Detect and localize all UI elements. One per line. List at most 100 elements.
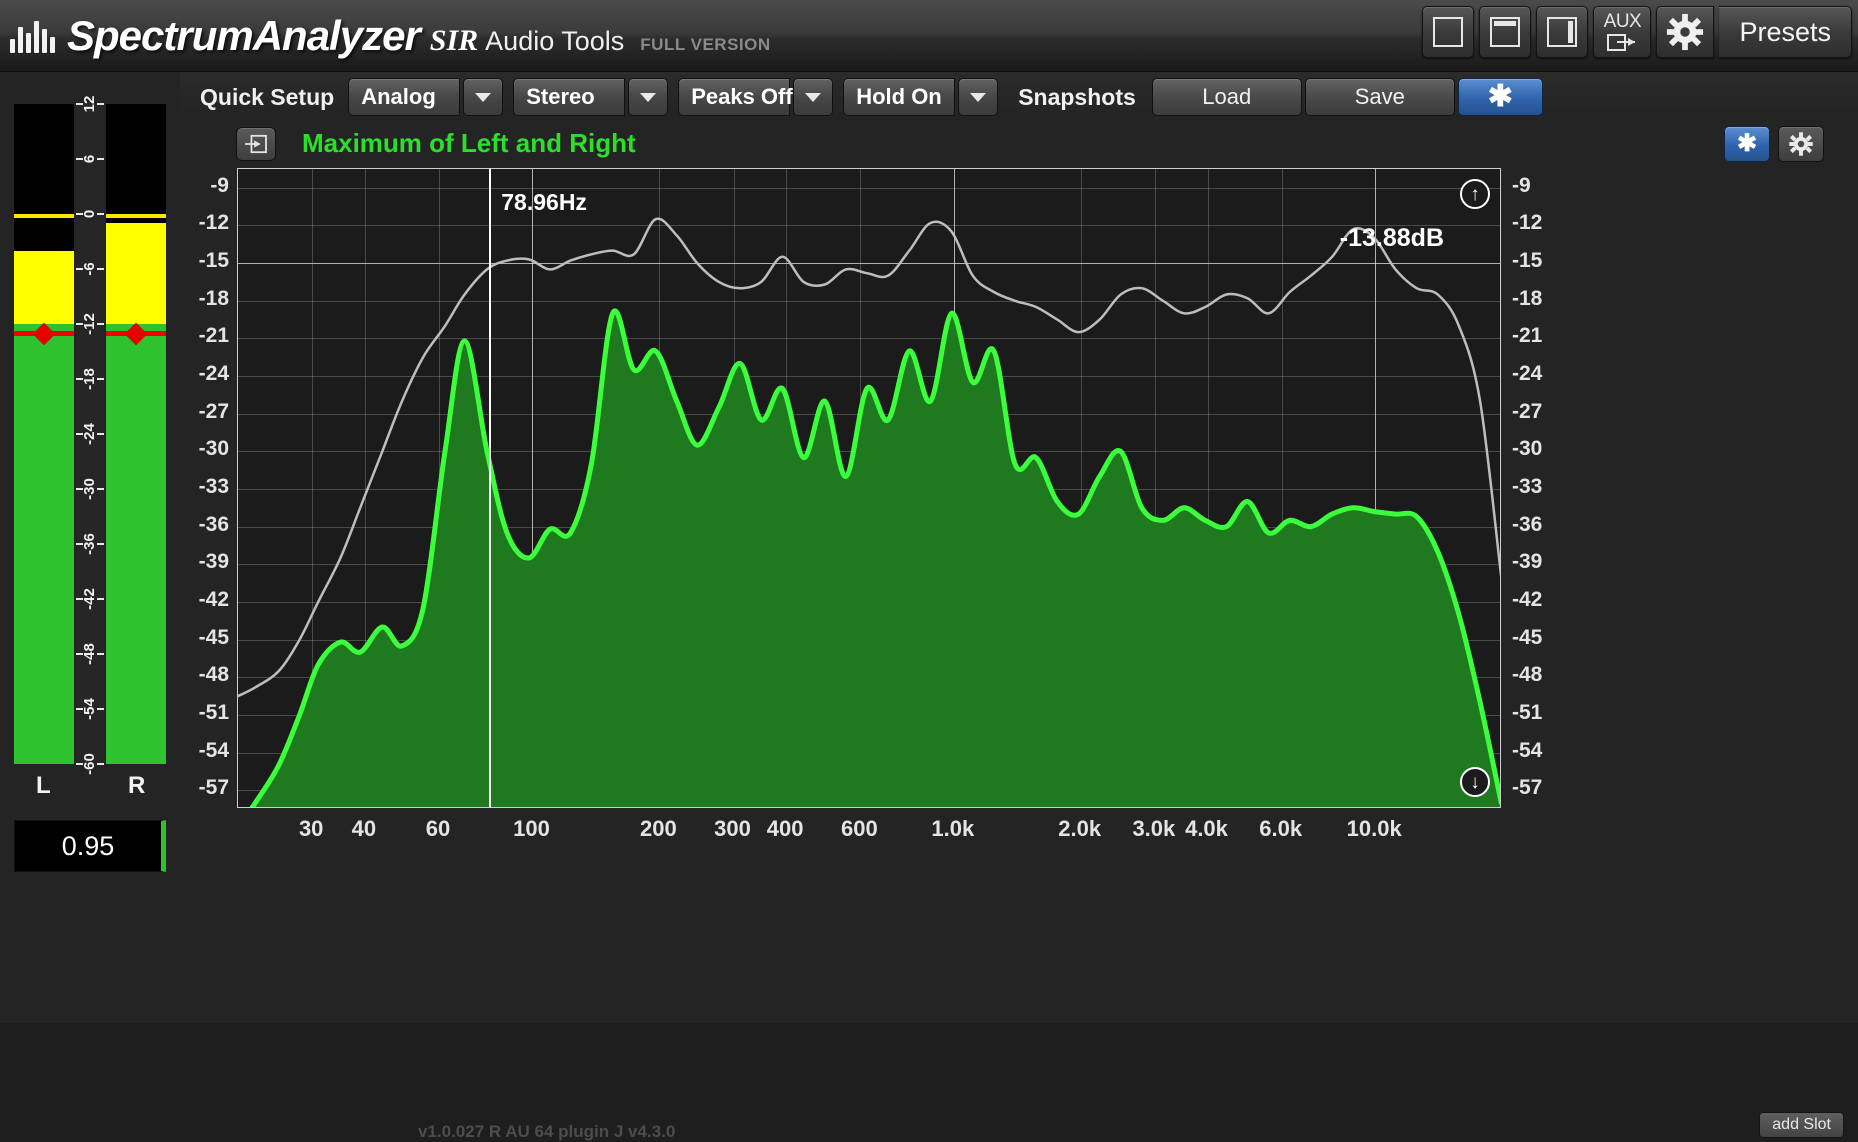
- meter-right[interactable]: [106, 104, 166, 764]
- level-meters: 1260-6-12-18-24-30-36-42-48-54-60: [14, 104, 166, 764]
- y-axis-tick-label: -15: [1512, 249, 1542, 273]
- peaks-select[interactable]: Peaks Off: [678, 78, 833, 116]
- x-axis-tick-label: 1.0k: [931, 816, 974, 842]
- brand-sir: SIR: [430, 24, 478, 58]
- channel-select[interactable]: Stereo: [513, 78, 668, 116]
- y-axis-tick-label: -54: [1512, 739, 1542, 763]
- quick-setup-toolbar: Quick Setup Analog Stereo Peaks Off Hold…: [180, 72, 1858, 122]
- asterisk-icon: ✱: [1737, 131, 1757, 157]
- hold-select[interactable]: Hold On: [843, 78, 998, 116]
- aux-label: AUX: [1604, 13, 1642, 31]
- y-axis-tick-label: -48: [199, 663, 229, 687]
- meter-green-segment: [106, 324, 166, 764]
- meter-scale-tick: -24: [76, 427, 104, 441]
- channel-select-value[interactable]: Stereo: [513, 78, 625, 116]
- meter-left[interactable]: [14, 104, 74, 764]
- asterisk-icon: ✱: [1488, 84, 1513, 110]
- arrow-up-circle-icon[interactable]: ↑: [1460, 179, 1490, 209]
- meter-yellow-segment: [14, 251, 74, 324]
- title-bar: SpectrumAnalyzer SIR Audio Tools FULL VE…: [0, 0, 1858, 72]
- mode-select-arrow[interactable]: [463, 78, 503, 116]
- gear-icon: [1666, 13, 1704, 51]
- layout-split-horizontal-icon: [1490, 17, 1520, 47]
- meter-scale-tick: -54: [76, 702, 104, 716]
- y-axis-tick-label: -39: [1512, 550, 1542, 574]
- meter-scale-tick: -6: [76, 262, 104, 276]
- graph-star-button[interactable]: ✱: [1724, 126, 1770, 162]
- layout-single-icon: [1433, 17, 1463, 47]
- meter-scale-tick: -18: [76, 372, 104, 386]
- y-axis-tick-label: -36: [199, 513, 229, 537]
- meter-scale-tick: -30: [76, 482, 104, 496]
- graph-settings-button[interactable]: [1778, 126, 1824, 162]
- x-axis-tick-label: 30: [299, 816, 323, 842]
- readout-box[interactable]: 0.95: [14, 820, 166, 872]
- snapshot-star-button[interactable]: ✱: [1458, 78, 1543, 116]
- y-axis-tick-label: -27: [1512, 400, 1542, 424]
- y-axis-right: -9-12-15-18-21-24-27-30-33-36-39-42-45-4…: [1506, 168, 1564, 828]
- x-axis-tick-label: 6.0k: [1259, 816, 1302, 842]
- mode-select[interactable]: Analog: [348, 78, 503, 116]
- readout-value: 0.95: [62, 831, 115, 862]
- chevron-down-icon: [475, 93, 491, 102]
- y-axis-tick-label: -33: [1512, 475, 1542, 499]
- expand-into-icon: [244, 134, 268, 154]
- cursor-frequency-label: 78.96Hz: [501, 189, 587, 216]
- meter-scale-tick: -48: [76, 647, 104, 661]
- add-slot-button[interactable]: add Slot: [1759, 1112, 1844, 1138]
- hold-select-arrow[interactable]: [958, 78, 998, 116]
- mode-select-value[interactable]: Analog: [348, 78, 460, 116]
- y-axis-tick-label: -12: [1512, 211, 1542, 235]
- aux-button[interactable]: AUX: [1593, 6, 1651, 58]
- x-axis-tick-label: 600: [841, 816, 878, 842]
- load-button[interactable]: Load: [1152, 78, 1302, 116]
- aux-output-icon: [1607, 31, 1637, 51]
- settings-button[interactable]: [1656, 6, 1714, 58]
- x-axis-tick-label: 40: [352, 816, 376, 842]
- meter-yellow-segment: [106, 223, 166, 324]
- hold-select-value[interactable]: Hold On: [843, 78, 955, 116]
- y-axis-tick-label: -27: [199, 400, 229, 424]
- meter-right-label: R: [128, 772, 145, 800]
- gear-icon: [1788, 131, 1814, 157]
- y-axis-tick-label: -9: [210, 174, 229, 198]
- presets-button[interactable]: Presets: [1719, 6, 1852, 58]
- meter-scale-tick: 12: [76, 97, 104, 111]
- layout-split-horizontal-button[interactable]: [1479, 6, 1531, 58]
- meter-zero-line: [106, 214, 166, 218]
- meter-scale-tick: -60: [76, 757, 104, 771]
- expand-button[interactable]: [236, 127, 276, 161]
- y-axis-tick-label: -42: [1512, 588, 1542, 612]
- y-axis-tick-label: -30: [1512, 437, 1542, 461]
- y-axis-tick-label: -45: [1512, 626, 1542, 650]
- x-axis-tick-label: 2.0k: [1058, 816, 1101, 842]
- brand: SpectrumAnalyzer SIR Audio Tools FULL VE…: [67, 12, 771, 60]
- y-axis-tick-label: -48: [1512, 663, 1542, 687]
- cursor-line[interactable]: [489, 169, 491, 807]
- save-button[interactable]: Save: [1305, 78, 1455, 116]
- y-axis-tick-label: -18: [199, 287, 229, 311]
- chevron-down-icon: [970, 93, 986, 102]
- y-axis-tick-label: -36: [1512, 513, 1542, 537]
- footer-version-text: v1.0.027 R AU 64 plugin J v4.3.0: [418, 1122, 675, 1142]
- meter-panel: 1260-6-12-18-24-30-36-42-48-54-60 L R 0.…: [0, 72, 180, 1023]
- meter-scale-tick: -12: [76, 317, 104, 331]
- db-readout-label: -13.88dB: [1340, 224, 1444, 253]
- y-axis-tick-label: -9: [1512, 174, 1531, 198]
- channel-select-arrow[interactable]: [628, 78, 668, 116]
- peaks-select-value[interactable]: Peaks Off: [678, 78, 790, 116]
- y-axis-tick-label: -45: [199, 626, 229, 650]
- spectrum-plot[interactable]: 78.96Hz -13.88dB ↑ ↓: [237, 168, 1501, 808]
- layout-split-vertical-button[interactable]: [1536, 6, 1588, 58]
- layout-single-button[interactable]: [1422, 6, 1474, 58]
- y-axis-tick-label: -24: [199, 362, 229, 386]
- y-axis-tick-label: -57: [1512, 776, 1542, 800]
- logo-bars-icon: [10, 19, 55, 53]
- version-badge: FULL VERSION: [640, 35, 770, 55]
- peaks-select-arrow[interactable]: [793, 78, 833, 116]
- y-axis-tick-label: -18: [1512, 287, 1542, 311]
- x-axis-tick-label: 4.0k: [1185, 816, 1228, 842]
- graph-header: Maximum of Left and Right ✱: [180, 122, 1858, 168]
- arrow-down-circle-icon[interactable]: ↓: [1460, 767, 1490, 797]
- meter-scale-tick: -42: [76, 592, 104, 606]
